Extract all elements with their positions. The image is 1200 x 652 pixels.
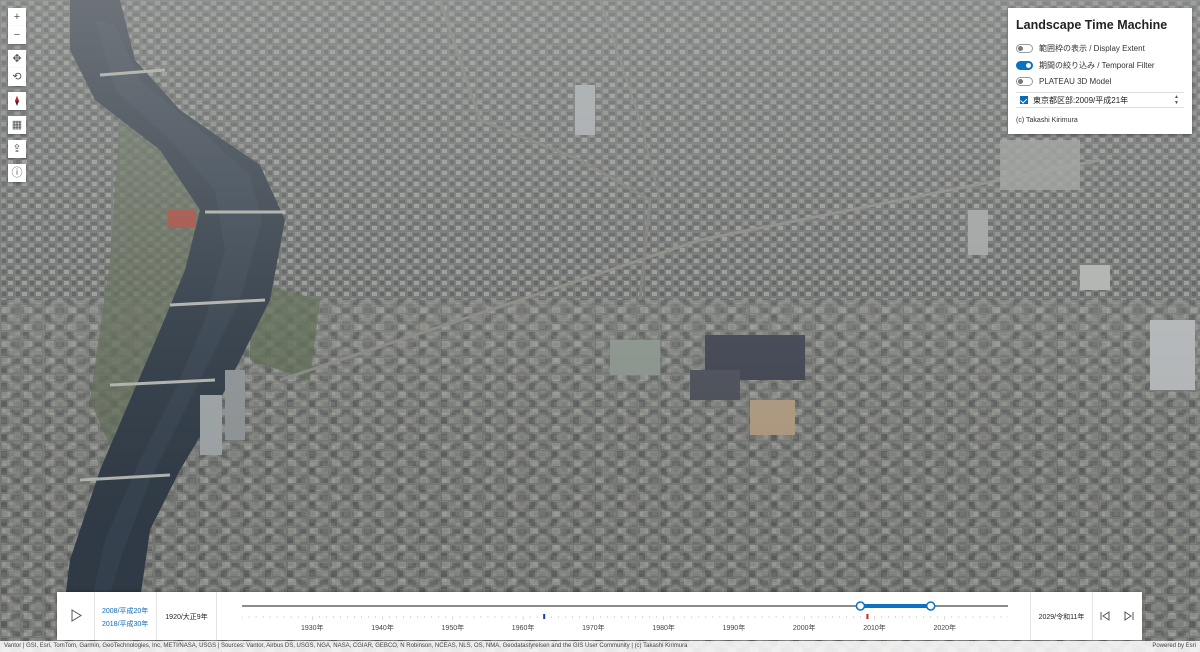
daylight-button[interactable]: ▦ bbox=[8, 116, 26, 134]
plateau-model-toggle[interactable] bbox=[1016, 77, 1033, 86]
decade-label: 1990年 bbox=[723, 623, 746, 632]
time-range-labels: 2008/平成20年 2018/平成30年 bbox=[95, 592, 157, 640]
range-end-thumb[interactable] bbox=[925, 601, 936, 611]
share-icon: ⇪ bbox=[12, 143, 22, 155]
minus-icon: − bbox=[13, 29, 21, 41]
plateau-model-label: PLATEAU 3D Model bbox=[1039, 77, 1112, 86]
decade-label: 1980年 bbox=[652, 623, 675, 632]
plus-icon: + bbox=[13, 11, 21, 23]
decade-label: 1970年 bbox=[582, 623, 605, 632]
rotate-button[interactable]: ⟲ bbox=[8, 68, 26, 86]
step-forward-icon bbox=[1124, 611, 1134, 621]
next-step-button[interactable] bbox=[1117, 592, 1142, 640]
decade-label: 2010年 bbox=[863, 623, 886, 632]
display-extent-row: 範囲枠の表示 / Display Extent bbox=[1016, 41, 1184, 56]
play-icon bbox=[71, 609, 82, 622]
temporal-filter-row: 期間の絞り込み / Temporal Filter bbox=[1016, 58, 1184, 73]
info-button[interactable]: ⓘ bbox=[8, 164, 26, 182]
temporal-filter-toggle[interactable] bbox=[1016, 60, 1033, 70]
move-icon: ✥ bbox=[12, 53, 22, 65]
view-navigation-toolbar: + − ✥ ⟲ ▦ ⇪ ⓘ bbox=[8, 8, 26, 182]
display-extent-toggle[interactable] bbox=[1016, 44, 1033, 53]
decade-label: 1930年 bbox=[301, 623, 324, 632]
panel-credit: (c) Takashi Kirimura bbox=[1016, 117, 1078, 124]
step-back-icon bbox=[1100, 611, 1110, 621]
time-slider-graphic: 1930年 1940年 1950年 1960年 1970年 1980年 1990年 2000年… bbox=[242, 601, 1008, 632]
range-start-label: 2008/平成20年 bbox=[102, 608, 149, 615]
time-slider-bar: 2008/平成20年 2018/平成30年 1920/大正9年 1930年 194… bbox=[57, 592, 1142, 640]
decade-label: 1960年 bbox=[512, 623, 535, 632]
spinner-arrows-icon[interactable]: ▲ ▼ bbox=[1174, 94, 1179, 106]
zoom-out-button[interactable]: − bbox=[8, 26, 26, 44]
rotate-icon: ⟲ bbox=[12, 71, 22, 83]
layer-control-panel: Landscape Time Machine 範囲枠の表示 / Display … bbox=[1008, 8, 1192, 134]
previous-step-button[interactable] bbox=[1093, 592, 1117, 640]
toggle-knob bbox=[1026, 62, 1031, 68]
layer-select[interactable]: 東京都区部:2009/平成21年 ▲ ▼ bbox=[1016, 92, 1184, 108]
range-end-label: 2018/平成30年 bbox=[102, 621, 149, 628]
decade-label: 2000年 bbox=[793, 623, 816, 632]
compass-icon bbox=[15, 96, 19, 106]
current-time-marker bbox=[866, 614, 869, 619]
calendar-icon: ▦ bbox=[11, 119, 23, 131]
toggle-knob bbox=[1018, 79, 1023, 84]
plateau-model-row: PLATEAU 3D Model bbox=[1016, 74, 1184, 89]
play-button[interactable] bbox=[57, 592, 95, 640]
blue-time-marker bbox=[543, 614, 546, 619]
toggle-knob bbox=[1018, 46, 1023, 51]
zoom-in-button[interactable]: + bbox=[8, 8, 26, 26]
range-start-thumb[interactable] bbox=[855, 601, 866, 611]
powered-by-esri[interactable]: Powered by Esri bbox=[1152, 641, 1196, 652]
decade-label: 2020年 bbox=[933, 623, 956, 632]
info-icon: ⓘ bbox=[11, 167, 23, 179]
decade-label: 1940年 bbox=[371, 623, 394, 632]
layer-select-value: 東京都区部:2009/平成21年 bbox=[1033, 95, 1129, 105]
timeline-max-label: 2029/令和11年 bbox=[1030, 592, 1093, 640]
display-extent-label: 範囲枠の表示 / Display Extent bbox=[1039, 44, 1145, 53]
panel-title: Landscape Time Machine bbox=[1016, 18, 1168, 32]
map-attribution: Vantor | GSI, Esri, TomTom, Garmin, GeoT… bbox=[0, 641, 1200, 652]
timeline-min-label: 1920/大正9年 bbox=[157, 592, 217, 640]
temporal-filter-label: 期間の絞り込み / Temporal Filter bbox=[1039, 60, 1155, 70]
compass-button[interactable] bbox=[8, 92, 26, 110]
decade-label: 1950年 bbox=[442, 623, 465, 632]
pan-button[interactable]: ✥ bbox=[8, 50, 26, 68]
time-slider-track[interactable]: 1930年 1940年 1950年 1960年 1970年 1980年 1990年 2000年… bbox=[242, 592, 1008, 640]
attribution-text: Vantor | GSI, Esri, TomTom, Garmin, GeoT… bbox=[4, 643, 688, 649]
share-button[interactable]: ⇪ bbox=[8, 140, 26, 158]
layer-checkbox[interactable] bbox=[1020, 96, 1028, 104]
